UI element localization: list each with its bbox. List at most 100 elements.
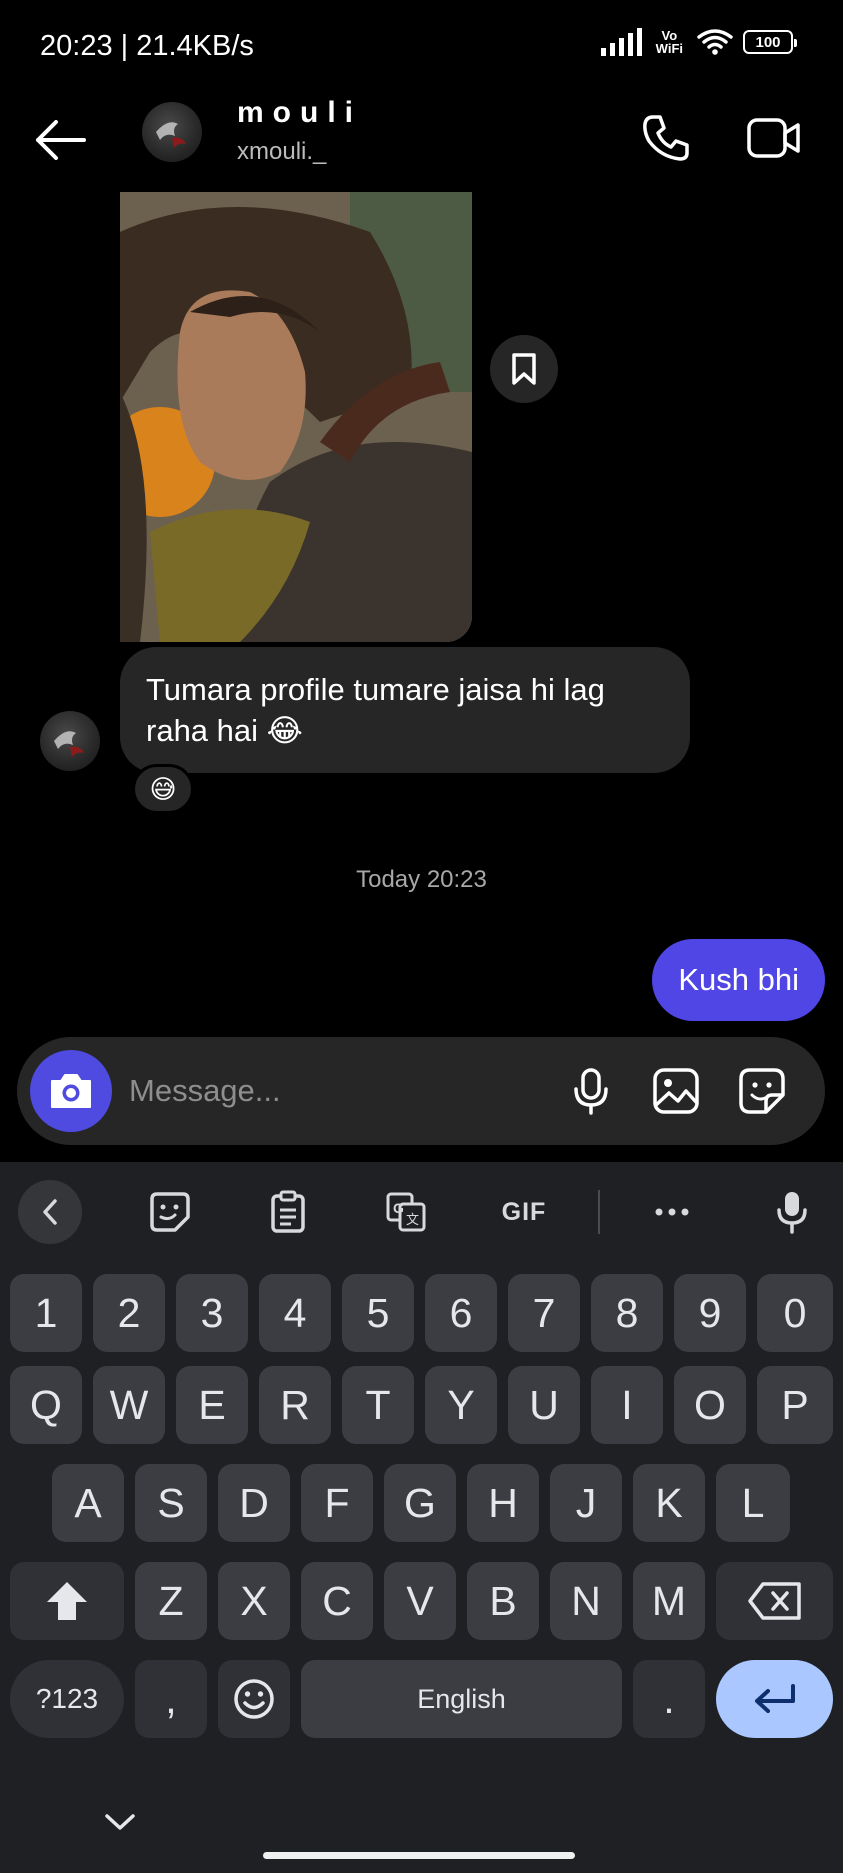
contact-handle[interactable]: xmouli._	[237, 138, 326, 166]
key-4[interactable]: 4	[259, 1274, 331, 1352]
key-v[interactable]: V	[384, 1562, 456, 1640]
sticker-icon	[150, 1192, 190, 1232]
svg-text:文: 文	[406, 1212, 419, 1227]
key-l[interactable]: L	[716, 1464, 790, 1542]
backspace-key[interactable]	[716, 1562, 833, 1640]
key-a[interactable]: A	[52, 1464, 124, 1542]
chat-header: mouli xmouli._	[0, 92, 843, 192]
battery-icon: 100	[743, 30, 797, 54]
key-6[interactable]: 6	[425, 1274, 497, 1352]
period-key[interactable]: .	[633, 1660, 705, 1738]
clipboard-button[interactable]	[260, 1184, 316, 1240]
status-time: 20:23 | 21.4KB/s	[40, 30, 254, 62]
key-p[interactable]: P	[757, 1366, 833, 1444]
sent-message[interactable]: Kush bhi	[652, 939, 825, 1021]
key-i[interactable]: I	[591, 1366, 663, 1444]
key-7[interactable]: 7	[508, 1274, 580, 1352]
key-b[interactable]: B	[467, 1562, 539, 1640]
space-key[interactable]: English	[301, 1660, 622, 1738]
hide-keyboard-button[interactable]	[100, 1802, 140, 1842]
key-c[interactable]: C	[301, 1562, 373, 1640]
key-t[interactable]: T	[342, 1366, 414, 1444]
key-e[interactable]: E	[176, 1366, 248, 1444]
keyboard: G 文 GIF 1 2 3 4 5 6 7 8 9 0 Q W E R T Y …	[0, 1162, 843, 1873]
comma-key[interactable]: ,	[135, 1660, 207, 1738]
avatar-image	[54, 731, 84, 757]
sticker-icon	[739, 1068, 785, 1114]
sender-avatar[interactable]	[40, 711, 100, 771]
key-j[interactable]: J	[550, 1464, 622, 1542]
more-horizontal-icon	[655, 1208, 689, 1216]
back-button[interactable]	[32, 112, 88, 168]
microphone-icon	[777, 1192, 807, 1234]
bookmark-icon	[512, 353, 536, 385]
sticker-button[interactable]	[736, 1065, 788, 1117]
received-message[interactable]: Tumara profile tumare jaisa hi lag raha …	[120, 647, 690, 773]
avatar[interactable]	[142, 102, 202, 162]
gallery-button[interactable]	[650, 1065, 702, 1117]
shift-arrow-icon	[47, 1582, 87, 1620]
contact-name[interactable]: mouli	[237, 96, 362, 130]
key-o[interactable]: O	[674, 1366, 746, 1444]
key-s[interactable]: S	[135, 1464, 207, 1542]
keyboard-back-button[interactable]	[18, 1180, 82, 1244]
video-call-button[interactable]	[744, 110, 804, 166]
save-photo-button[interactable]	[490, 335, 558, 403]
shift-key[interactable]	[10, 1562, 124, 1640]
chevron-down-icon	[105, 1814, 135, 1830]
symbols-key[interactable]: ?123	[10, 1660, 124, 1738]
chevron-left-icon	[43, 1199, 57, 1225]
image-icon	[653, 1068, 699, 1114]
translate-button[interactable]: G 文	[378, 1184, 434, 1240]
key-5[interactable]: 5	[342, 1274, 414, 1352]
wifi-icon	[697, 29, 733, 55]
key-y[interactable]: Y	[425, 1366, 497, 1444]
key-m[interactable]: M	[633, 1562, 705, 1640]
message-composer	[17, 1037, 825, 1145]
message-reaction[interactable]: 😅	[132, 764, 194, 814]
key-g[interactable]: G	[384, 1464, 456, 1542]
key-n[interactable]: N	[550, 1562, 622, 1640]
gif-button[interactable]: GIF	[494, 1184, 554, 1240]
key-u[interactable]: U	[508, 1366, 580, 1444]
received-photo[interactable]	[120, 192, 472, 642]
keyboard-sticker-button[interactable]	[142, 1184, 198, 1240]
translate-icon: G 文	[386, 1192, 426, 1232]
camera-icon	[51, 1074, 91, 1108]
timestamp: Today 20:23	[356, 866, 487, 893]
emoji-smile-icon	[234, 1679, 274, 1719]
key-1[interactable]: 1	[10, 1274, 82, 1352]
key-9[interactable]: 9	[674, 1274, 746, 1352]
emoji-key[interactable]	[218, 1660, 290, 1738]
key-h[interactable]: H	[467, 1464, 539, 1542]
key-r[interactable]: R	[259, 1366, 331, 1444]
home-indicator[interactable]	[263, 1852, 575, 1859]
avatar-image	[156, 122, 186, 148]
status-bar: 20:23 | 21.4KB/s Vo WiFi 100	[0, 0, 843, 92]
key-3[interactable]: 3	[176, 1274, 248, 1352]
key-d[interactable]: D	[218, 1464, 290, 1542]
video-camera-icon	[747, 118, 800, 158]
microphone-button[interactable]	[565, 1065, 617, 1117]
key-0[interactable]: 0	[757, 1274, 833, 1352]
vowifi-icon: Vo WiFi	[655, 28, 683, 56]
clipboard-icon	[271, 1190, 305, 1233]
key-8[interactable]: 8	[591, 1274, 663, 1352]
microphone-icon	[574, 1068, 608, 1115]
key-q[interactable]: Q	[10, 1366, 82, 1444]
key-2[interactable]: 2	[93, 1274, 165, 1352]
key-f[interactable]: F	[301, 1464, 373, 1542]
more-options-button[interactable]	[644, 1184, 700, 1240]
status-icons: Vo WiFi 100	[600, 28, 797, 56]
key-z[interactable]: Z	[135, 1562, 207, 1640]
message-input[interactable]	[129, 1063, 529, 1119]
voice-call-button[interactable]	[638, 110, 694, 166]
key-w[interactable]: W	[93, 1366, 165, 1444]
camera-button[interactable]	[30, 1050, 112, 1132]
svg-text:G: G	[393, 1200, 404, 1216]
key-x[interactable]: X	[218, 1562, 290, 1640]
enter-key[interactable]	[716, 1660, 833, 1738]
key-k[interactable]: K	[633, 1464, 705, 1542]
voice-input-button[interactable]	[764, 1184, 820, 1240]
keyboard-toolbar: G 文 GIF	[0, 1162, 843, 1258]
